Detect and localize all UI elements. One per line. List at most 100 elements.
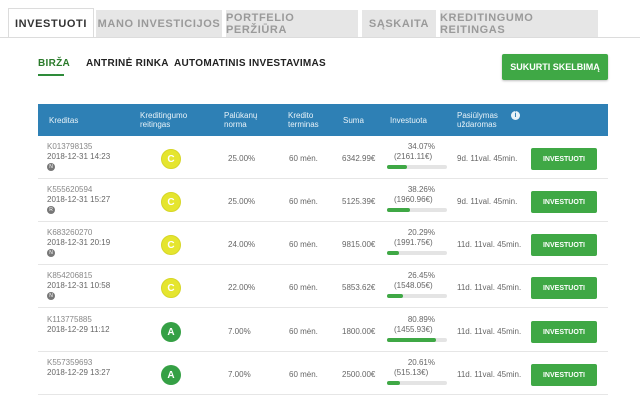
invest-button[interactable]: INVESTUOTI [531, 148, 597, 170]
loan-date: 2018-12-29 11:12 [47, 325, 110, 334]
loan-term: 60 mėn. [289, 197, 318, 206]
tab-investuoti[interactable]: INVESTUOTI [8, 8, 94, 38]
borrower-type-icon: N [47, 292, 55, 300]
progress-fill [387, 208, 410, 212]
invested-amount: (1991.75€) [394, 238, 433, 247]
rating-badge: C [161, 278, 181, 298]
time-remaining: 9d. 11val. 45min. [457, 197, 518, 206]
table-row: K683260270 2018-12-31 20:19 N C 24.00% 6… [38, 225, 608, 265]
invested-percent: 80.89% [407, 315, 435, 324]
loan-code[interactable]: K113775885 [47, 315, 92, 324]
loan-date: 2018-12-31 10:58 [47, 281, 111, 290]
loan-term: 60 mėn. [289, 327, 318, 336]
borrower-type-icon: N [47, 249, 55, 257]
loan-date: 2018-12-31 14:23 [47, 152, 111, 161]
tab-saskaita[interactable]: SĄSKAITA [362, 10, 436, 38]
interest-rate: 25.00% [228, 154, 256, 163]
header-kredito-terminas[interactable]: Kredito terminas [288, 104, 328, 136]
loan-term: 60 mėn. [289, 154, 318, 163]
tab-kreditingumo-reitingas[interactable]: Kreditingumo reitingas [440, 10, 598, 38]
invested-percent: 26.45% [407, 271, 435, 280]
loan-code[interactable]: K854206815 [47, 271, 92, 280]
create-listing-button[interactable]: SUKURTI SKELBIMĄ [502, 54, 608, 80]
interest-rate: 24.00% [228, 240, 256, 249]
interest-rate: 7.00% [228, 327, 251, 336]
loan-sum: 1800.00€ [342, 327, 376, 336]
header-suma[interactable]: Suma [343, 104, 373, 136]
invested-amount: (515.13€) [394, 368, 429, 377]
active-subtab-indicator [38, 74, 64, 76]
info-icon[interactable]: i [511, 111, 520, 120]
interest-rate: 7.00% [228, 370, 251, 379]
loan-term: 60 mėn. [289, 240, 318, 249]
loan-code[interactable]: K683260270 [47, 228, 92, 237]
table-header: Kreditas Kreditingumo reitingas Palūkanų… [38, 104, 608, 136]
progress-bar [387, 294, 447, 298]
subtab-automatinis-investavimas[interactable]: AUTOMATINIS INVESTAVIMAS [174, 58, 326, 69]
loan-code[interactable]: K013798135 [47, 142, 92, 151]
time-remaining: 11d. 11val. 45min. [457, 240, 522, 249]
loan-code[interactable]: K555620594 [47, 185, 92, 194]
table-row: K854206815 2018-12-31 10:58 N C 22.00% 6… [38, 268, 608, 308]
rating-badge: C [161, 149, 181, 169]
header-investuota[interactable]: Investuota [390, 104, 440, 136]
invest-button[interactable]: INVESTUOTI [531, 364, 597, 386]
interest-rate: 25.00% [228, 197, 256, 206]
time-remaining: 9d. 11val. 45min. [457, 154, 518, 163]
invested-amount: (1455.93€) [394, 325, 433, 334]
progress-bar [387, 251, 447, 255]
loan-sum: 5853.62€ [342, 283, 376, 292]
table-row: K555620594 2018-12-31 15:27 R C 25.00% 6… [38, 182, 608, 222]
invested-amount: (1548.05€) [394, 281, 433, 290]
progress-fill [387, 381, 400, 385]
loan-sum: 2500.00€ [342, 370, 376, 379]
progress-fill [387, 338, 436, 342]
progress-fill [387, 294, 403, 298]
progress-bar [387, 381, 447, 385]
progress-bar [387, 165, 447, 169]
tab-portfelio-perziura[interactable]: PORTFELIO PERŽIŪRA [226, 10, 358, 38]
invested-percent: 20.29% [407, 228, 435, 237]
header-palukanu-norma[interactable]: Palūkanų norma [224, 104, 264, 136]
header-reitingas[interactable]: Kreditingumo reitingas [140, 104, 202, 136]
rating-badge: A [161, 322, 181, 342]
time-remaining: 11d. 11val. 45min. [457, 283, 522, 292]
loan-sum: 6342.99€ [342, 154, 376, 163]
time-remaining: 11d. 11val. 45min. [457, 370, 522, 379]
invested-percent: 34.07% [407, 142, 435, 151]
subtab-antrine-rinka[interactable]: ANTRINĖ RINKA [86, 58, 169, 69]
loan-term: 60 mėn. [289, 283, 318, 292]
progress-bar [387, 208, 447, 212]
progress-bar [387, 338, 447, 342]
progress-fill [387, 165, 408, 169]
header-pasiulymas-uzdaromas[interactable]: Pasiūlymas uždaromas [457, 104, 507, 136]
loan-date: 2018-12-31 15:27 [47, 195, 111, 204]
table-row: K557359693 2018-12-29 13:27 A 7.00% 60 m… [38, 355, 608, 395]
rating-badge: C [161, 235, 181, 255]
time-remaining: 11d. 11val. 45min. [457, 327, 522, 336]
interest-rate: 22.00% [228, 283, 256, 292]
table-row: K113775885 2018-12-29 11:12 A 7.00% 60 m… [38, 312, 608, 352]
invested-amount: (1960.96€) [394, 195, 433, 204]
invest-button[interactable]: INVESTUOTI [531, 321, 597, 343]
invested-amount: (2161.11€) [394, 152, 433, 161]
loan-sum: 9815.00€ [342, 240, 376, 249]
loan-sum: 5125.39€ [342, 197, 376, 206]
subtab-birza[interactable]: BIRŽA [38, 58, 70, 69]
loan-date: 2018-12-29 13:27 [47, 368, 111, 377]
loan-code[interactable]: K557359693 [47, 358, 92, 367]
tabs-divider [0, 37, 640, 38]
top-tab-bar: INVESTUOTI MANO INVESTICIJOS PORTFELIO P… [0, 0, 640, 38]
invested-percent: 20.61% [407, 358, 435, 367]
invested-percent: 38.26% [407, 185, 435, 194]
loan-term: 60 mėn. [289, 370, 318, 379]
tab-mano-investicijos[interactable]: MANO INVESTICIJOS [96, 10, 222, 38]
table-row: K013798135 2018-12-31 14:23 N C 25.00% 6… [38, 139, 608, 179]
rating-badge: A [161, 365, 181, 385]
invest-button[interactable]: INVESTUOTI [531, 234, 597, 256]
invest-button[interactable]: INVESTUOTI [531, 191, 597, 213]
borrower-type-icon: R [47, 206, 55, 214]
invest-button[interactable]: INVESTUOTI [531, 277, 597, 299]
rating-badge: C [161, 192, 181, 212]
header-kreditas[interactable]: Kreditas [49, 104, 109, 136]
